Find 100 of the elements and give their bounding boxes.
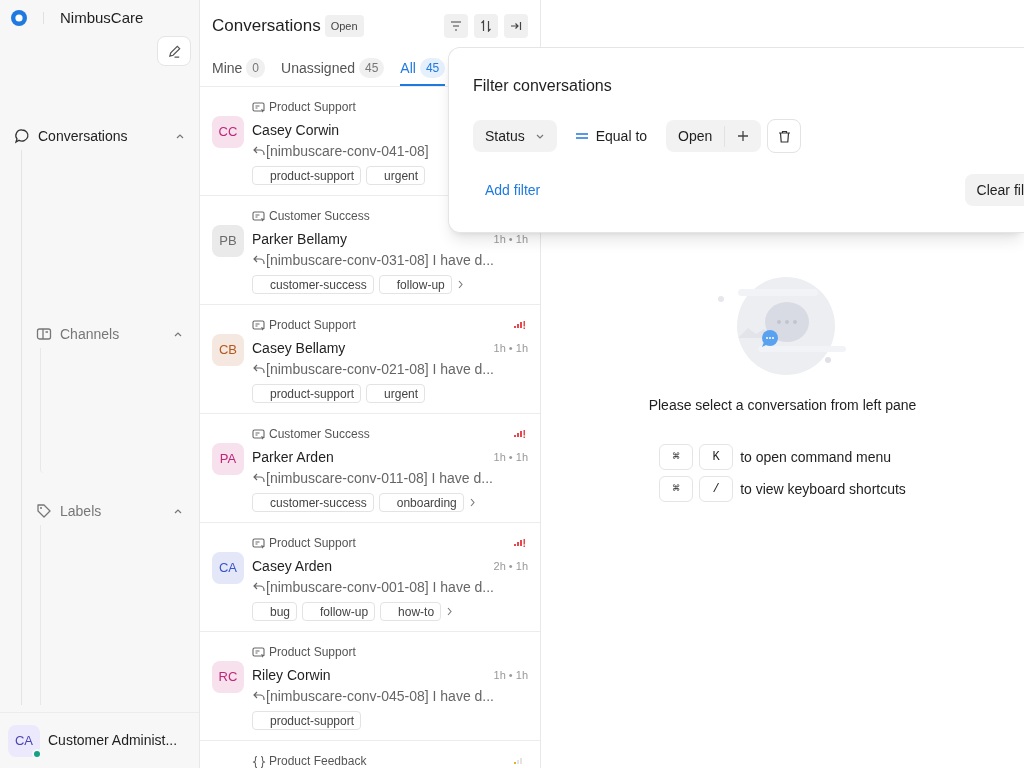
inbox-name: Product Support	[269, 99, 356, 116]
tab[interactable]: Unassigned 45	[281, 52, 385, 86]
contact-name: Riley Corwin	[252, 665, 331, 685]
inbox-icon	[36, 326, 52, 342]
tag-icon	[36, 503, 52, 519]
nav-item[interactable]: Labels	[22, 497, 199, 525]
message-preview: [nimbuscare-conv-011-08] I have d...	[266, 468, 493, 488]
nav-item[interactable]: Conversations	[0, 122, 199, 150]
key-cap: ⌘	[659, 476, 694, 502]
conversation-item[interactable]: Product Support CA Casey Arden 2h • 1h [nimbuscare-conv-001-08] I have d... bug follow-up how-to	[200, 523, 540, 632]
message-preview: [nimbuscare-conv-001-08] I have d...	[266, 577, 494, 597]
conversation-item[interactable]: Product Support RC Riley Corwin 1h • 1h [nimbuscare-conv-045-08] I have d... product-support	[200, 632, 540, 741]
label-chip: product-support	[252, 384, 362, 403]
clear-filters-button[interactable]: Clear fil	[964, 174, 1024, 206]
contact-name: Parker Arden	[252, 447, 334, 467]
sort-icon	[480, 20, 492, 32]
delete-filter-button[interactable]	[767, 119, 802, 153]
collapse-button[interactable]	[504, 14, 528, 38]
inbox-name: Product Feedback	[269, 753, 367, 768]
filter-button[interactable]	[444, 14, 468, 38]
trash-icon	[777, 129, 791, 143]
key-cap: /	[699, 476, 734, 502]
conversation-item[interactable]: Customer Success PA Parker Arden 1h • 1h [nimbuscare-conv-011-08] I have d... customer-success onboarding	[200, 414, 540, 523]
inbox-name: Customer Success	[269, 426, 370, 443]
count-badge: 0	[246, 58, 266, 78]
label-chip: follow-up	[378, 275, 452, 294]
contact-name: Casey Arden	[252, 556, 333, 576]
inbox-name: Product Support	[269, 535, 356, 552]
reply-icon	[252, 472, 266, 484]
label-chip: bug	[252, 602, 298, 621]
status-badge: Open	[324, 14, 364, 38]
shortcut-description: to open command menu	[740, 447, 892, 467]
reply-icon	[252, 254, 266, 266]
timestamp: 1h • 1h	[493, 667, 528, 683]
list-title: Conversations	[212, 15, 321, 38]
key-cap: K	[699, 444, 734, 470]
conversation-item[interactable]: Product Support CB Casey Bellamy 1h • 1h [nimbuscare-conv-021-08] I have d... product-support urgent	[200, 305, 540, 414]
sort-button[interactable]	[474, 14, 498, 38]
attribute-dropdown[interactable]: Status	[473, 120, 557, 152]
filter-icon	[450, 21, 462, 31]
label-chip: urgent	[366, 384, 426, 403]
tab[interactable]: Mine 0	[212, 52, 266, 86]
inbox-name: Product Support	[269, 317, 356, 334]
monitor-icon	[252, 536, 266, 550]
contact-avatar: CC	[212, 116, 244, 148]
message-preview: [nimbuscare-conv-031-08] I have d...	[266, 250, 494, 270]
monitor-icon	[252, 318, 266, 332]
contact-name: Casey Corwin	[252, 120, 340, 140]
timestamp: 1h • 1h	[493, 340, 528, 356]
user-avatar[interactable]: CA	[8, 724, 40, 757]
contact-avatar: PB	[212, 225, 244, 257]
label-chip: customer-success	[252, 493, 374, 512]
inbox-name: Product Support	[269, 644, 356, 661]
key-cap: ⌘	[659, 444, 694, 470]
user-name: Customer Administ...	[48, 731, 178, 750]
reply-icon	[252, 145, 266, 157]
logo-icon	[11, 10, 27, 26]
reply-icon	[252, 363, 266, 375]
value-field[interactable]: Open	[666, 120, 762, 152]
label-chip: product-support	[252, 166, 362, 185]
timestamp: 1h • 1h	[493, 231, 528, 247]
label-chip: follow-up	[302, 602, 376, 621]
message-preview: [nimbuscare-conv-045-08] I have d...	[266, 686, 494, 706]
contact-avatar: CB	[212, 334, 244, 366]
label-chip: onboarding	[378, 493, 464, 512]
contact-avatar: PA	[212, 443, 244, 475]
timestamp: 1h • 1h	[493, 449, 528, 465]
equals-icon	[575, 133, 588, 139]
pencil-icon	[166, 43, 182, 59]
monitor-icon	[252, 427, 266, 441]
message-preview: [nimbuscare-conv-041-08]	[266, 141, 429, 161]
plus-icon	[737, 130, 750, 142]
nav-item[interactable]: Channels	[22, 320, 199, 348]
reply-icon	[252, 581, 266, 593]
label-chip: urgent	[366, 166, 426, 185]
monitor-icon	[252, 100, 266, 114]
shortcut-description: to view keyboard shortcuts	[740, 479, 906, 499]
brand-name: NimbusCare	[60, 7, 144, 28]
tab[interactable]: All 45	[400, 52, 446, 86]
braces-icon	[252, 754, 266, 768]
count-badge: 45	[359, 58, 385, 78]
value-text: Open	[666, 125, 726, 147]
label-chip: product-support	[252, 711, 362, 730]
conversation-item[interactable]: Product Feedback	[200, 741, 540, 768]
monitor-icon	[252, 209, 266, 223]
timestamp: 2h • 1h	[493, 558, 528, 574]
contact-avatar: RC	[212, 661, 244, 693]
operator-dropdown[interactable]: Equal to	[575, 120, 648, 152]
inbox-name: Customer Success	[269, 208, 370, 225]
contact-avatar: CA	[212, 552, 244, 584]
collapse-icon	[510, 21, 522, 31]
label-chip: how-to	[380, 602, 442, 621]
chat-icon	[14, 128, 30, 144]
contact-name: Parker Bellamy	[252, 229, 347, 249]
message-preview: [nimbuscare-conv-021-08] I have d...	[266, 359, 494, 379]
compose-button[interactable]	[157, 36, 191, 66]
contact-name: Casey Bellamy	[252, 338, 346, 358]
monitor-icon	[252, 645, 266, 659]
reply-icon	[252, 690, 266, 702]
count-badge: 45	[419, 58, 446, 78]
